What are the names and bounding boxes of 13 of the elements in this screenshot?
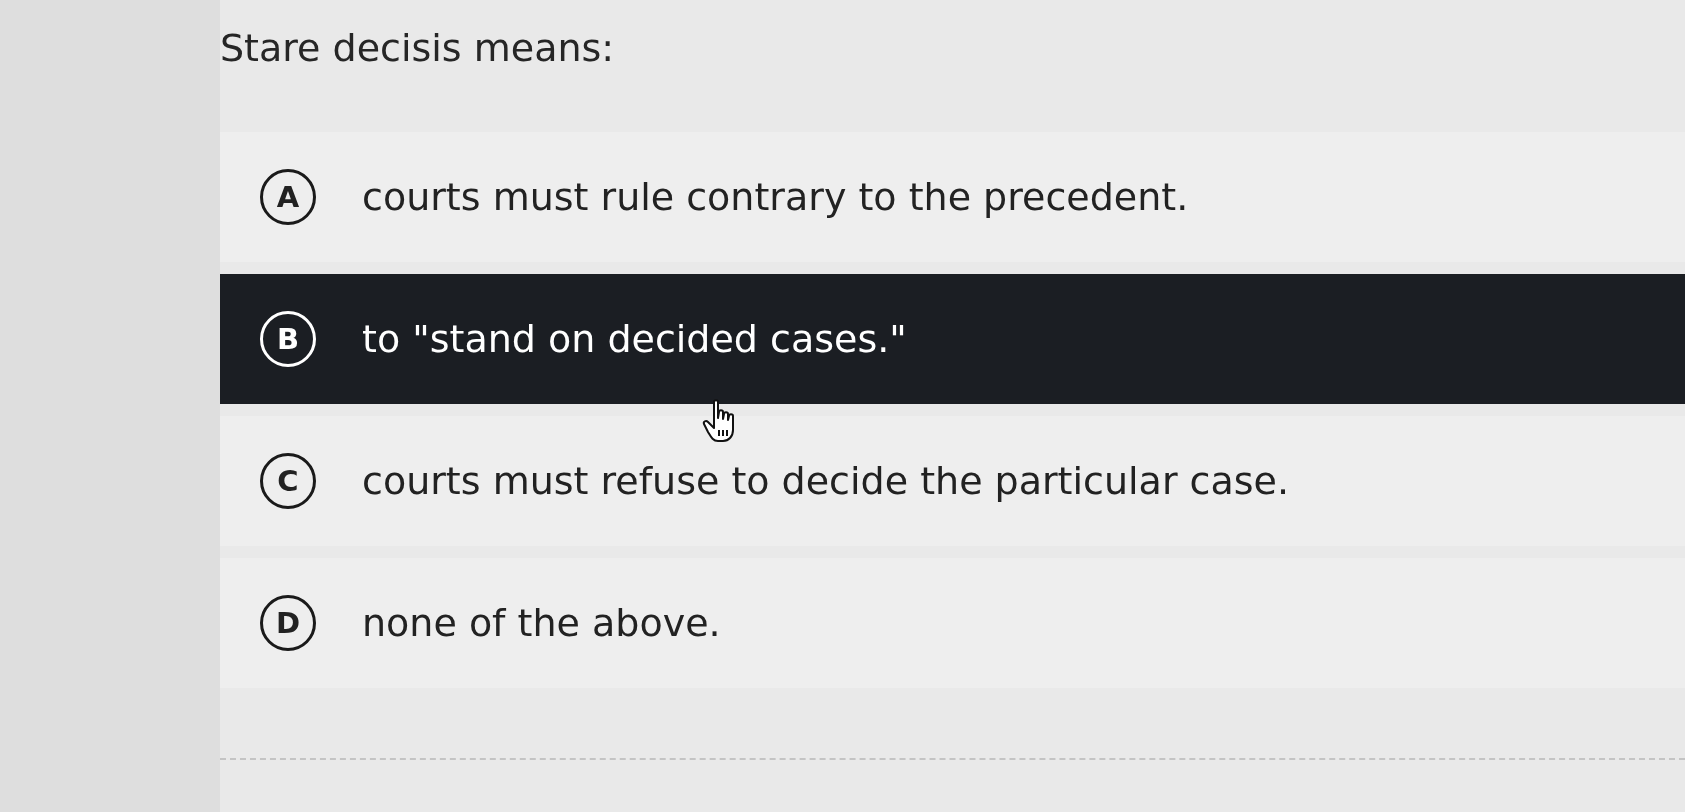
question-text: Stare decisis means: (220, 25, 616, 72)
option-text: to "stand on decided cases." (362, 317, 907, 361)
option-text: none of the above. (362, 601, 721, 645)
option-text: courts must refuse to decide the particular case. (362, 459, 1290, 503)
option-letter: B (260, 311, 316, 367)
answer-option[interactable]: D none of the above. (220, 558, 1685, 688)
answer-option[interactable]: C courts must refuse to decide the particular case. (220, 416, 1685, 546)
answer-option[interactable]: A courts must rule contrary to the precedent. (220, 132, 1685, 262)
option-text: courts must rule contrary to the precedent. (362, 175, 1189, 219)
option-letter: C (260, 453, 316, 509)
answer-option[interactable]: B to "stand on decided cases." (220, 274, 1685, 404)
option-letter: A (260, 169, 316, 225)
option-letter: D (260, 595, 316, 651)
